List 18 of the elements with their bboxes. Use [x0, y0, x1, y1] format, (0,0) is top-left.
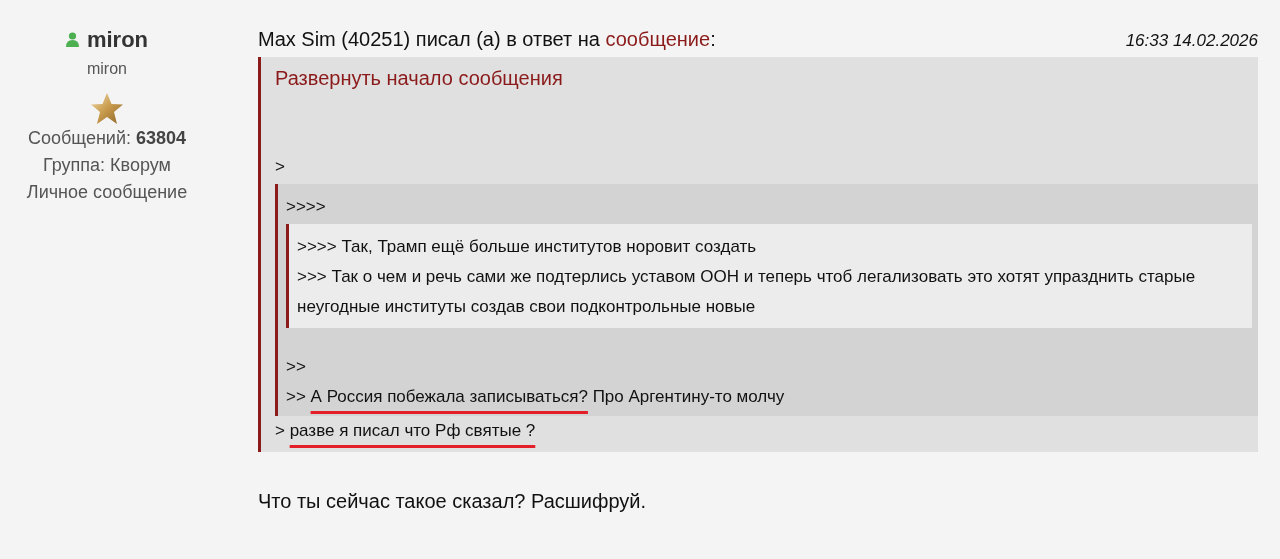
quote-text: >> А Россия побежала записываться? Про Аргентину-то молчу	[286, 386, 786, 408]
post-count: Сообщений: 63804	[27, 127, 187, 150]
username-link[interactable]: miron	[86, 26, 149, 53]
user-title: miron	[87, 59, 127, 79]
quote-text: >>> Так о чем и речь сами же подтерлись уставом ООН и теперь чтоб легализовать это хотят упразднить старые неугодные институты создав свои подконтрольные новые	[297, 266, 1197, 318]
quote-text: >>	[286, 356, 307, 378]
message-link[interactable]: сообщение	[605, 28, 711, 50]
quote-text: > разве я писал что Рф святые ?	[275, 420, 537, 442]
user-group: Группа: Кворум	[43, 152, 171, 179]
expand-link[interactable]: Развернуть начало сообщения	[275, 65, 1252, 91]
quote-text: >>>>	[286, 196, 327, 218]
post-time: 16:33 14.02.2026	[1125, 30, 1258, 52]
quote-text: >>>> Так, Трамп ещё больше институтов норовит создать	[297, 236, 758, 258]
post-header: Max Sim (40251) писал (а) в ответ на сообщение:	[258, 27, 716, 52]
quote-text: >	[275, 156, 286, 178]
private-message-link[interactable]: Личное сообщение	[26, 179, 188, 206]
reply-text: Что ты сейчас такое сказал? Расшифруй.	[258, 489, 648, 514]
star-icon	[90, 92, 124, 125]
